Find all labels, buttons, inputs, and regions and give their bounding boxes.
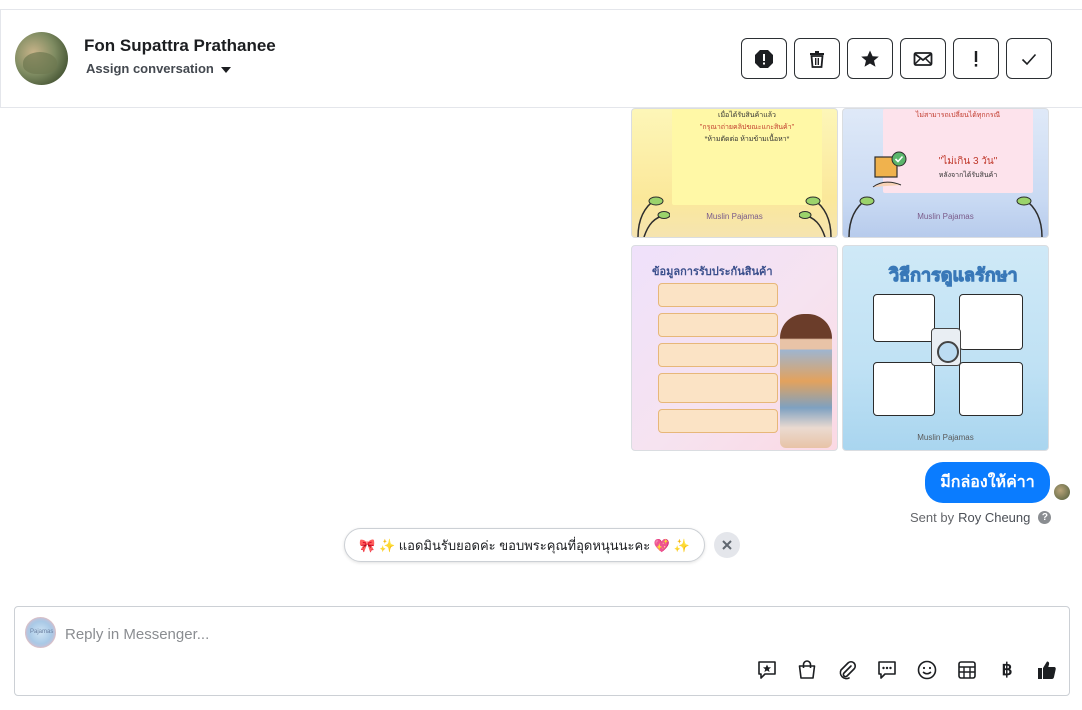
trash-icon — [810, 50, 824, 68]
sent-by-info: Sent by Roy Cheung ? — [910, 510, 1052, 525]
tile4-footer: Muslin Pajamas — [917, 433, 974, 442]
mark-done-button[interactable] — [1006, 38, 1052, 79]
caret-down-icon — [220, 67, 231, 73]
close-icon — [722, 540, 732, 550]
tile2-line2: "ไม่เกิน 3 วัน" — [938, 156, 998, 167]
info-box — [658, 343, 778, 367]
saved-replies-button[interactable] — [755, 658, 779, 682]
care-card — [873, 362, 935, 416]
conversation-toolbar — [741, 38, 1052, 79]
calendar-grid-icon — [958, 661, 976, 679]
dismiss-suggestion-button[interactable] — [714, 532, 740, 558]
star-button[interactable] — [847, 38, 893, 79]
like-button[interactable] — [1035, 658, 1059, 682]
smiley-icon — [917, 660, 937, 680]
info-box — [658, 283, 778, 307]
tile2-line1: ไม่สามารถเปลี่ยนได้ทุกกรณี — [915, 112, 1001, 119]
quick-replies-button[interactable] — [875, 658, 899, 682]
mark-unread-button[interactable] — [900, 38, 946, 79]
leaf-icon — [1016, 196, 1043, 237]
outgoing-message-bubble[interactable]: มีกล่องให้ค่าา — [925, 462, 1050, 503]
emoji-button[interactable] — [915, 658, 939, 682]
thumbs-up-icon — [1038, 661, 1056, 679]
conversation-header: Fon Supattra Prathanee Assign conversati… — [0, 9, 1082, 108]
report-spam-button[interactable] — [741, 38, 787, 79]
alert-octagon-icon — [755, 49, 773, 68]
tile2-line3: หลังจากได้รับสินค้า — [938, 172, 998, 179]
chat-star-icon — [758, 661, 776, 679]
message-image-care-instructions[interactable]: วิธีการดูแลรักษา Muslin Pajamas — [842, 245, 1049, 451]
leaf-icon — [848, 196, 875, 237]
washing-machine-icon — [931, 328, 961, 366]
tile4-title: วิธีการดูแลรักษา — [889, 265, 1019, 286]
sent-by-prefix: Sent by — [910, 510, 955, 525]
envelope-icon — [913, 51, 933, 66]
contact-name[interactable]: Fon Supattra Prathanee — [84, 36, 276, 56]
payment-button[interactable]: ฿ — [995, 658, 1019, 682]
message-image-warranty-info[interactable]: ข้อมูลการรับประกันสินค้า — [631, 245, 838, 451]
attach-button[interactable] — [835, 658, 859, 682]
tile1-line2: "กรุณาถ่ายคลิปขณะแกะสินค้า" — [699, 124, 795, 131]
page-avatar: Pajamas — [25, 617, 56, 648]
assign-conversation-label: Assign conversation — [86, 61, 214, 76]
care-card — [959, 294, 1023, 350]
checkmark-icon — [1021, 53, 1037, 65]
care-card — [873, 294, 935, 342]
message-image-care-note[interactable]: เมื่อได้รับสินค้าแล้ว "กรุณาถ่ายคลิปขณะแ… — [631, 108, 838, 238]
care-card — [959, 362, 1023, 416]
model-photo — [780, 314, 832, 448]
paperclip-icon — [839, 660, 857, 680]
shop-button[interactable] — [795, 658, 819, 682]
reply-composer: Pajamas ฿ — [14, 606, 1070, 696]
reply-input[interactable] — [65, 624, 965, 644]
page-avatar-text: Pajamas — [30, 629, 54, 635]
tile3-title: ข้อมูลการรับประกันสินค้า — [652, 266, 773, 278]
suggested-reply-chip[interactable]: 🎀 ✨ แอดมินรับยอดค่ะ ขอบพระคุณที่อุดหนุนน… — [344, 528, 705, 562]
sent-by-name: Roy Cheung — [958, 510, 1031, 525]
delete-button[interactable] — [794, 38, 840, 79]
help-icon[interactable]: ? — [1038, 511, 1052, 524]
tile1-line3: *ห้ามตัดต่อ ห้ามข้ามเนื้อหา* — [704, 136, 790, 143]
seen-avatar — [1054, 484, 1070, 500]
assign-conversation-dropdown[interactable]: Assign conversation — [86, 61, 231, 76]
follow-up-button[interactable] — [953, 38, 999, 79]
message-image-exchange-policy[interactable]: ไม่สามารถเปลี่ยนได้ทุกกรณี "ไม่เกิน 3 วั… — [842, 108, 1049, 238]
exclamation-icon — [974, 50, 978, 67]
tile1-line1: เมื่อได้รับสินค้าแล้ว — [718, 112, 776, 119]
info-box — [658, 409, 778, 433]
shopping-bag-icon — [798, 660, 816, 679]
info-box — [658, 313, 778, 337]
appointment-button[interactable] — [955, 658, 979, 682]
composer-toolbar: ฿ — [755, 658, 1059, 682]
star-icon — [861, 50, 879, 67]
leaf-icon — [637, 196, 670, 237]
contact-avatar[interactable] — [15, 32, 68, 85]
leaf-icon — [799, 196, 832, 237]
conversation-view: Fon Supattra Prathanee Assign conversati… — [0, 0, 1082, 710]
chat-dots-icon — [878, 661, 896, 679]
info-box — [658, 373, 778, 403]
